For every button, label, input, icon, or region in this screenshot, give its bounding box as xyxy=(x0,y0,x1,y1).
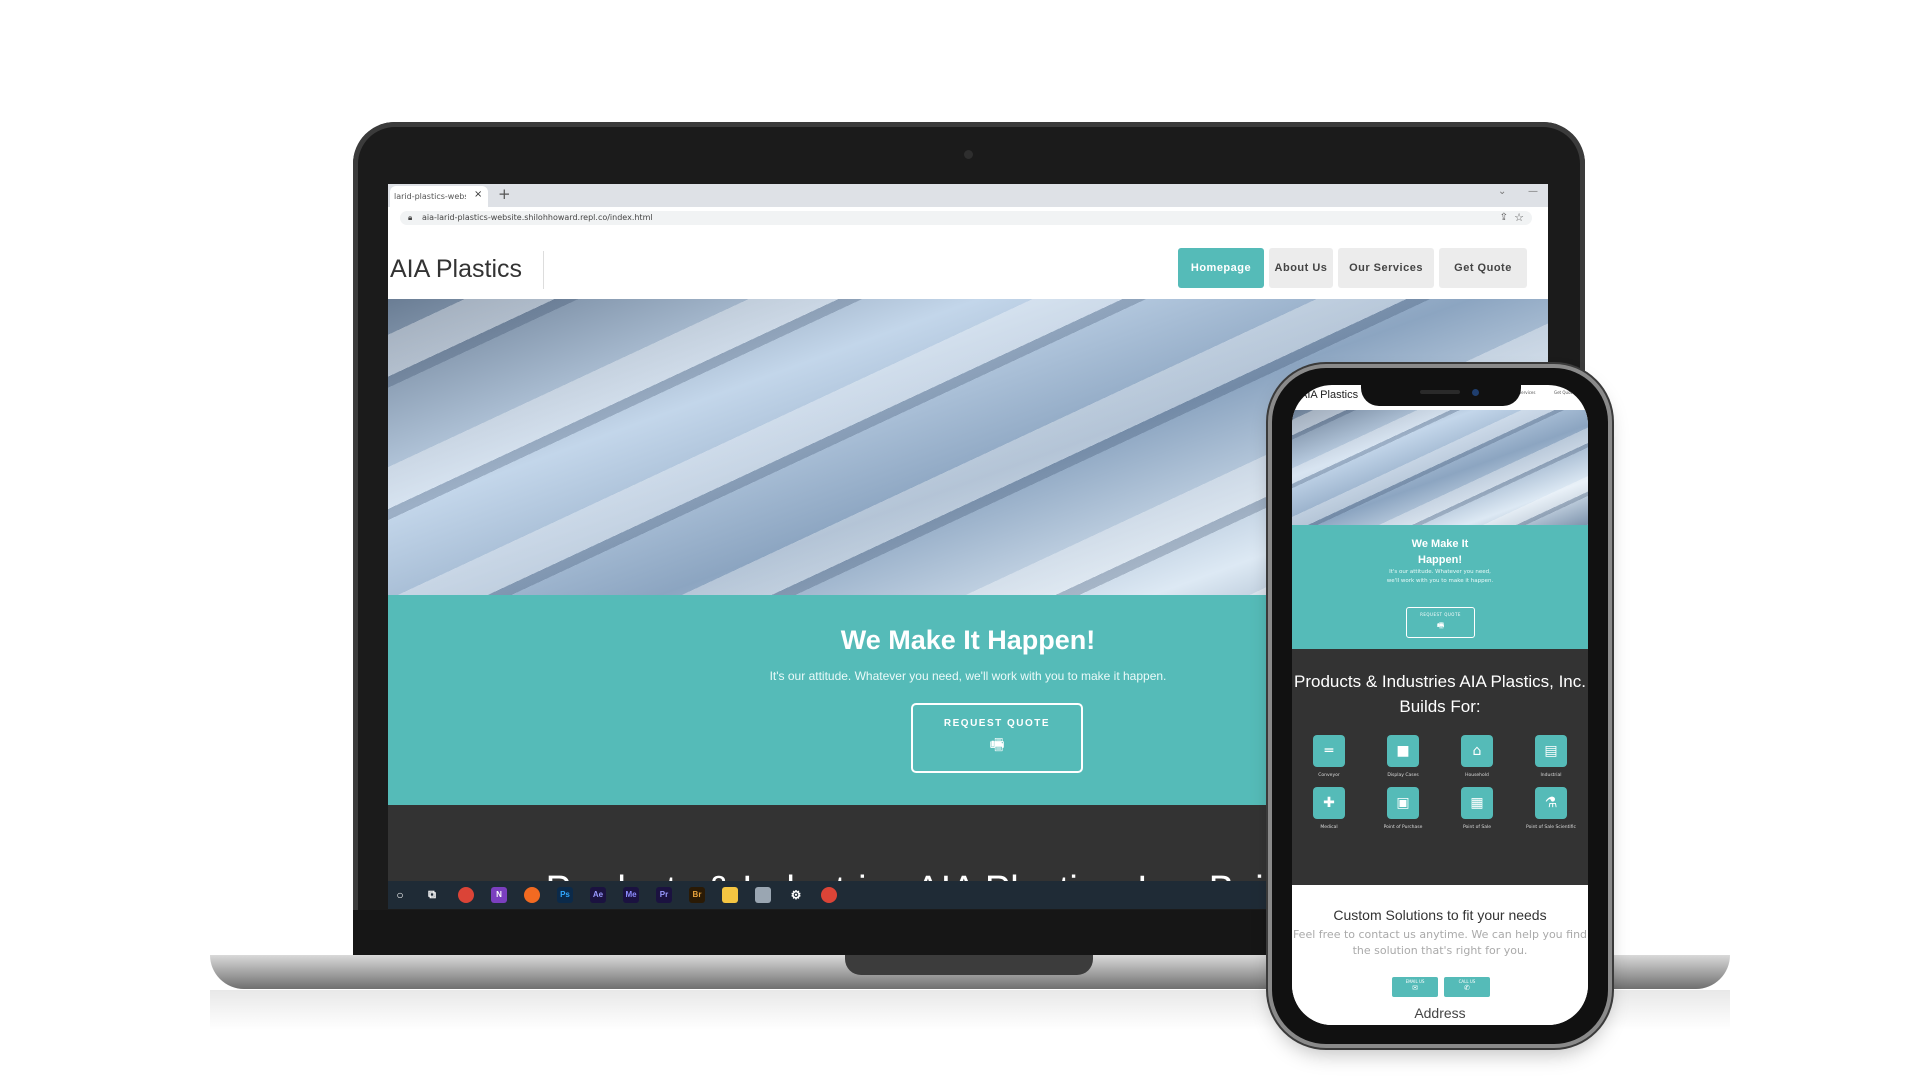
industry-label: Industrial xyxy=(1540,773,1562,778)
mobile-site-logo[interactable]: AIA Plastics xyxy=(1300,389,1358,401)
mobile-hero-title: We Make It Happen! xyxy=(1411,538,1469,566)
photoshop-icon[interactable]: Ps xyxy=(557,887,573,903)
address-bar: 🔒︎ aia-larid-plastics-website.shilohhowa… xyxy=(388,207,1548,230)
printer-icon[interactable] xyxy=(755,887,771,903)
industry-label: Point of Purchase xyxy=(1383,825,1423,830)
industry-label: Display Cases xyxy=(1387,773,1419,778)
mobile-hero-image xyxy=(1292,410,1588,525)
site-header: AIA Plastics Homepage About Us Our Servi… xyxy=(388,229,1548,299)
home-icon: ⌂ xyxy=(1461,735,1493,767)
register-icon: ▦ xyxy=(1461,787,1493,819)
mobile-hero-banner: We Make It Happen! It's our attitude. Wha… xyxy=(1292,525,1588,649)
email-us-button[interactable]: EMAIL US ✉ xyxy=(1392,977,1438,997)
site-logo[interactable]: AIA Plastics xyxy=(390,255,522,284)
custom-solutions-subtitle: Feel free to contact us anytime. We can … xyxy=(1292,927,1588,959)
onenote-icon[interactable]: N xyxy=(491,887,507,903)
phone-speaker xyxy=(1420,390,1460,394)
display-case-icon: ■ xyxy=(1387,735,1419,767)
mobile-fax-icon: 🖷 xyxy=(1436,621,1445,630)
industry-label: Household xyxy=(1465,773,1489,778)
flask-icon: ⚗ xyxy=(1535,787,1567,819)
new-tab-button[interactable]: + xyxy=(498,185,511,203)
bridge-icon[interactable]: Br xyxy=(689,887,705,903)
mobile-request-quote-label: REQUEST QUOTE xyxy=(1420,612,1461,617)
nav-homepage[interactable]: Homepage xyxy=(1178,248,1264,288)
task-view-icon[interactable]: ⧉ xyxy=(424,887,440,903)
browser-tab-bar: larid-plastics-website × + ⌄ — xyxy=(388,184,1548,207)
lock-icon[interactable]: 🔒︎ xyxy=(408,213,412,223)
industry-label: Medical xyxy=(1320,825,1338,830)
logo-divider xyxy=(543,251,544,289)
chevron-down-icon[interactable]: ⌄ xyxy=(1498,186,1506,197)
premiere-icon[interactable]: Pr xyxy=(656,887,672,903)
chrome-alt-icon[interactable] xyxy=(821,887,837,903)
conveyor-icon: ═ xyxy=(1313,735,1345,767)
bookmark-star-icon[interactable]: ☆ xyxy=(1514,211,1524,224)
mobile-request-quote-button[interactable]: REQUEST QUOTE 🖷 xyxy=(1406,607,1475,638)
address-heading: Address xyxy=(1414,1005,1466,1021)
custom-solutions-heading: Custom Solutions to fit your needs xyxy=(1333,907,1547,923)
laptop-camera xyxy=(964,150,973,159)
industry-label: Point of Sale Scientific xyxy=(1526,825,1576,830)
share-icon[interactable]: ⇪ xyxy=(1500,212,1508,223)
tab-title: larid-plastics-website xyxy=(394,192,466,201)
mobile-nav-get-quote[interactable]: Get Quote xyxy=(1554,390,1575,395)
custom-solutions-line-1: Feel free to contact us anytime. We can … xyxy=(1292,928,1588,941)
minimize-icon[interactable]: — xyxy=(1528,186,1538,197)
nav-about-us[interactable]: About Us xyxy=(1269,248,1333,288)
custom-solutions-line-2: the solution that's right for you. xyxy=(1352,944,1528,957)
mobile-contact-section: Custom Solutions to fit your needs Feel … xyxy=(1292,885,1588,1025)
mobile-hero-subtitle: It's our attitude. Whatever you need, we… xyxy=(1386,569,1494,584)
settings-icon[interactable]: ⚙ xyxy=(788,887,804,903)
phone-icon: ✆ xyxy=(1464,984,1470,992)
nav-get-quote[interactable]: Get Quote xyxy=(1439,248,1527,288)
phone-screen: AIA Plastics Our Services Get Quote We M… xyxy=(1292,385,1588,1025)
browser-tab[interactable]: larid-plastics-website × xyxy=(390,186,488,207)
url-text: aia-larid-plastics-website.shilohhoward.… xyxy=(422,213,653,222)
medical-icon: ✚ xyxy=(1313,787,1345,819)
nav-our-services[interactable]: Our Services xyxy=(1338,248,1434,288)
url-field[interactable]: 🔒︎ aia-larid-plastics-website.shilohhowa… xyxy=(400,211,1532,225)
request-quote-label: REQUEST QUOTE xyxy=(943,718,1051,729)
firefox-icon[interactable] xyxy=(524,887,540,903)
media-encoder-icon[interactable]: Me xyxy=(623,887,639,903)
building-icon: ▤ xyxy=(1535,735,1567,767)
laptop-base-notch xyxy=(845,955,1093,975)
fax-icon: 🖷 xyxy=(989,735,1005,754)
tab-close-icon[interactable]: × xyxy=(474,189,482,200)
mobile-products-section: Products & Industries AIA Plastics, Inc.… xyxy=(1292,649,1588,885)
after-effects-icon[interactable]: Ae xyxy=(590,887,606,903)
email-icon: ✉ xyxy=(1412,984,1418,992)
mobile-products-heading: Products & Industries AIA Plastics, Inc.… xyxy=(1294,672,1586,716)
call-us-button[interactable]: CALL US ✆ xyxy=(1444,977,1490,997)
industry-label: Point of Sale xyxy=(1462,825,1491,830)
phone-camera xyxy=(1472,389,1479,396)
search-circle-icon[interactable]: ○ xyxy=(392,887,408,903)
chrome-icon[interactable] xyxy=(458,887,474,903)
request-quote-button[interactable]: REQUEST QUOTE 🖷 xyxy=(911,703,1083,773)
file-explorer-icon[interactable] xyxy=(722,887,738,903)
store-icon: ▣ xyxy=(1387,787,1419,819)
industry-label: Conveyor xyxy=(1318,773,1340,778)
